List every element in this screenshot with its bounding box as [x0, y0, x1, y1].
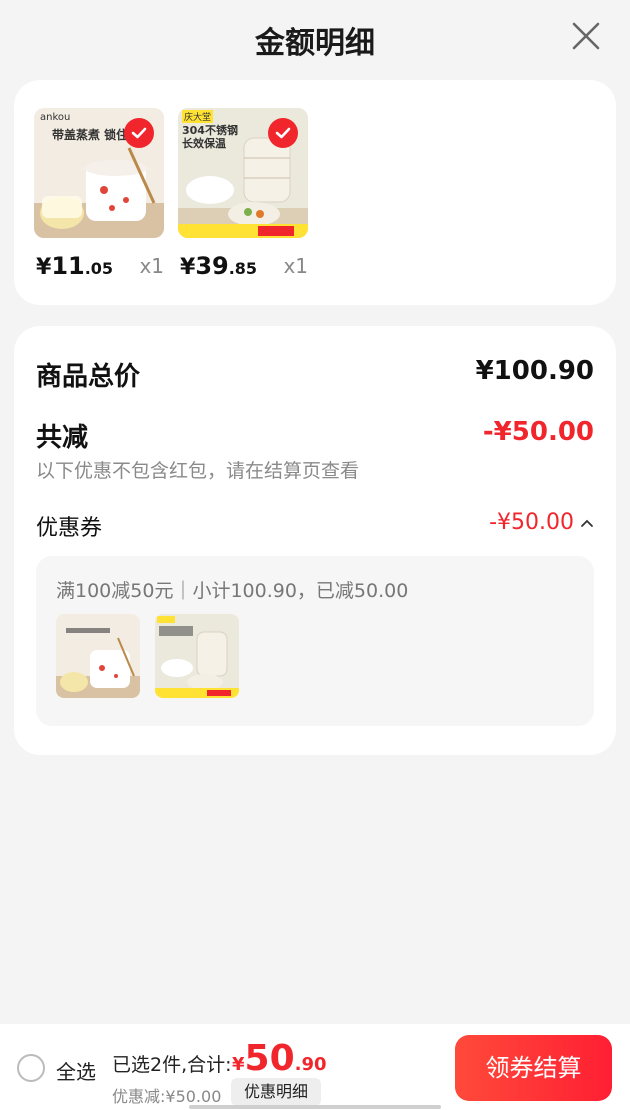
- price-yen: ¥: [36, 255, 52, 280]
- close-icon[interactable]: [570, 20, 602, 52]
- product-item[interactable]: 庆大堂 304不锈钢 长效保温 ¥39.85 x1: [178, 108, 308, 280]
- total-reduce-value: -¥50.00: [482, 417, 594, 447]
- price-row: ¥11.05 x1: [34, 252, 164, 282]
- total-reduce-label: 共减: [36, 423, 89, 453]
- total-yen: ¥: [232, 1054, 245, 1075]
- product-thumbnail[interactable]: ankou 带盖蒸煮 锁住营: [34, 108, 164, 238]
- discount-detail-button[interactable]: 优惠明细: [231, 1078, 321, 1106]
- product-price: ¥39.85: [180, 252, 257, 280]
- price-yen: ¥: [180, 255, 196, 280]
- product-item[interactable]: ankou 带盖蒸煮 锁住营 ¥11.05 x1: [34, 108, 164, 280]
- page-title: 金额明细: [255, 26, 375, 61]
- select-all-radio[interactable]: [17, 1054, 45, 1082]
- total-price-row: 商品总价 ¥100.90: [36, 356, 594, 392]
- coupon-detail-box: 满100减50元｜小计100.90，已减50.00: [36, 556, 594, 726]
- coupon-product-thumbnail: [56, 614, 140, 698]
- header: 金额明细: [0, 0, 630, 78]
- total-int: 50: [244, 1038, 295, 1079]
- select-all-label[interactable]: 全选: [56, 1056, 96, 1085]
- coupon-row[interactable]: 优惠券 -¥50.00: [36, 510, 594, 541]
- amount-summary-card: 商品总价 ¥100.90 共减 -¥50.00 以下优惠不包含红包，请在结算页查…: [14, 326, 616, 755]
- selected-count-text: 已选2件,合计:: [112, 1054, 232, 1076]
- price-int: 11: [51, 252, 85, 280]
- selected-check-icon[interactable]: [268, 118, 298, 148]
- coupon-rule-text: 满100减50元｜小计100.90，已减50.00: [56, 580, 409, 602]
- bottom-checkout-bar: 全选 已选2件,合计: ¥50.90 优惠减:¥50.00 优惠明细 领券结算: [0, 1024, 630, 1110]
- product-thumbnail[interactable]: 庆大堂 304不锈钢 长效保温: [178, 108, 308, 238]
- total-price-value: ¥100.90: [475, 356, 594, 386]
- price-row: ¥39.85 x1: [178, 252, 308, 282]
- coupon-value: -¥50.00: [489, 510, 574, 535]
- coupon-label: 优惠券: [36, 516, 103, 541]
- total-reduce-row: 共减 -¥50.00: [36, 417, 594, 453]
- product-qty: x1: [283, 254, 308, 278]
- total-amount: ¥50.90: [232, 1038, 327, 1079]
- selected-check-icon[interactable]: [124, 118, 154, 148]
- product-price: ¥11.05: [36, 252, 113, 280]
- thumb-brand-text: ankou: [40, 112, 71, 123]
- price-dec: .85: [228, 259, 258, 278]
- coupon-product-thumbnail: [155, 614, 239, 698]
- total-dec: .90: [294, 1054, 327, 1075]
- discount-amount-text: 优惠减:¥50.00: [112, 1087, 222, 1106]
- home-indicator: [189, 1105, 441, 1109]
- price-int: 39: [195, 252, 229, 280]
- chevron-up-icon: [581, 519, 593, 527]
- product-qty: x1: [139, 254, 164, 278]
- thumb-caption-text: 304不锈钢 长效保温: [182, 124, 238, 150]
- price-dec: .05: [84, 259, 114, 278]
- product-list-card: ankou 带盖蒸煮 锁住营 ¥11.05 x1 庆大堂 304不锈钢 长效保温…: [14, 80, 616, 305]
- thumb-brand-text: 庆大堂: [182, 110, 214, 123]
- coupon-toggle[interactable]: -¥50.00: [489, 510, 594, 535]
- total-price-label: 商品总价: [36, 362, 141, 392]
- discount-hint: 以下优惠不包含红包，请在结算页查看: [36, 460, 360, 482]
- checkout-button[interactable]: 领券结算: [455, 1035, 612, 1101]
